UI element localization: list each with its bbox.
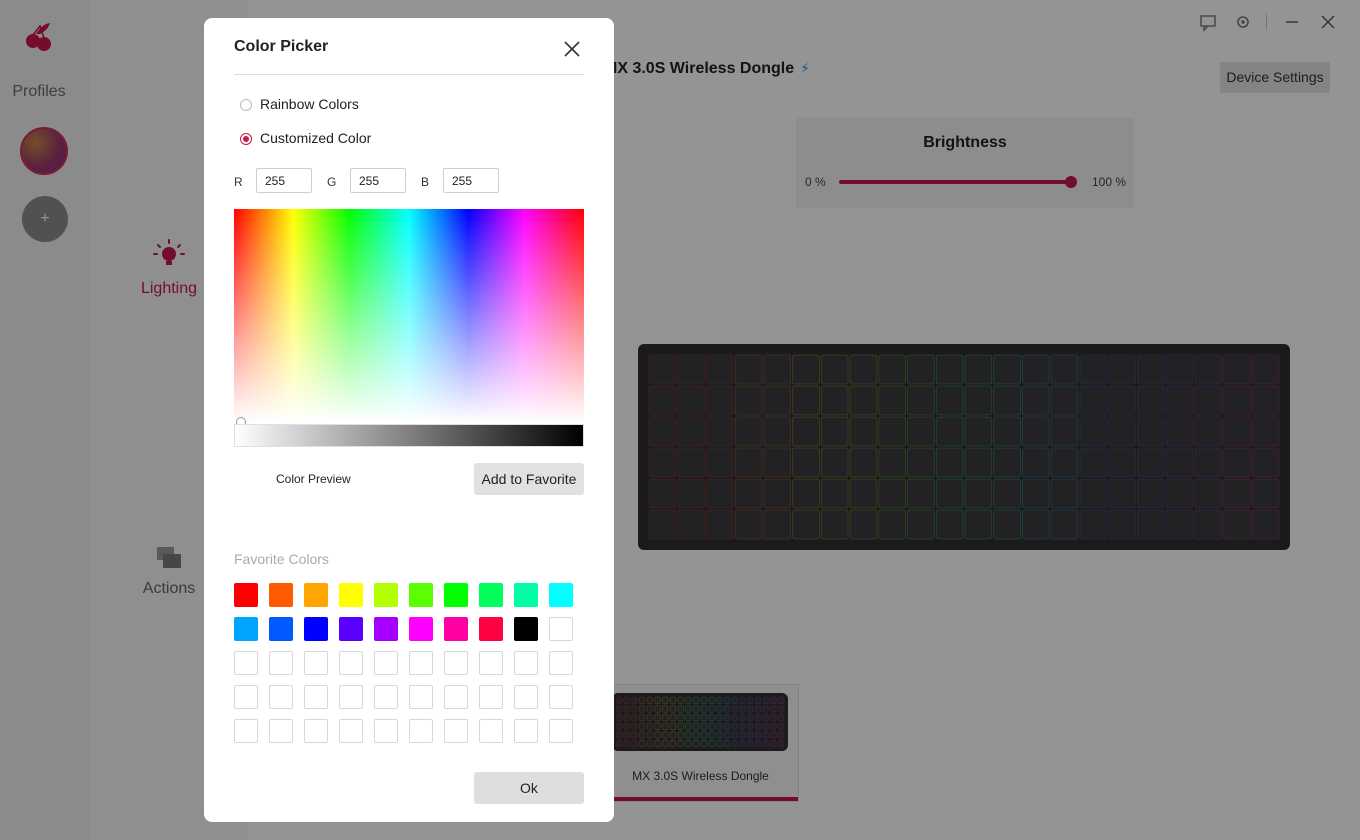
r-input[interactable] — [256, 168, 312, 193]
favorite-swatch[interactable] — [304, 617, 328, 641]
empty-swatch[interactable] — [234, 719, 258, 743]
favorite-swatch[interactable] — [444, 617, 468, 641]
empty-swatch[interactable] — [339, 719, 363, 743]
empty-swatch[interactable] — [479, 719, 503, 743]
close-icon[interactable] — [562, 39, 582, 59]
empty-swatch[interactable] — [269, 719, 293, 743]
radio-button[interactable] — [240, 99, 252, 111]
empty-swatch[interactable] — [444, 719, 468, 743]
empty-swatch[interactable] — [304, 719, 328, 743]
empty-swatch[interactable] — [479, 651, 503, 675]
b-input[interactable] — [443, 168, 499, 193]
empty-swatch[interactable] — [269, 685, 293, 709]
favorite-swatch[interactable] — [514, 583, 538, 607]
r-label: R — [234, 175, 243, 189]
empty-swatch[interactable] — [374, 719, 398, 743]
favorite-swatch[interactable] — [479, 617, 503, 641]
empty-swatch[interactable] — [444, 651, 468, 675]
empty-swatch[interactable] — [409, 685, 433, 709]
g-label: G — [327, 175, 337, 189]
favorite-swatch[interactable] — [269, 583, 293, 607]
empty-swatch[interactable] — [269, 651, 293, 675]
g-input[interactable] — [350, 168, 406, 193]
favorite-swatch[interactable] — [479, 583, 503, 607]
empty-swatch[interactable] — [514, 685, 538, 709]
color-preview-label: Color Preview — [276, 472, 351, 486]
grayscale-bar[interactable] — [234, 424, 584, 447]
empty-swatch[interactable] — [409, 651, 433, 675]
favorite-swatch[interactable] — [409, 583, 433, 607]
empty-swatch[interactable] — [549, 685, 573, 709]
favorite-swatch[interactable] — [339, 583, 363, 607]
dialog-title: Color Picker — [234, 38, 329, 55]
empty-swatch[interactable] — [304, 685, 328, 709]
favorite-swatch[interactable] — [339, 617, 363, 641]
radio-label: Customized Color — [260, 130, 372, 146]
empty-swatch[interactable] — [444, 685, 468, 709]
empty-swatch[interactable] — [374, 685, 398, 709]
favorite-swatch[interactable] — [374, 617, 398, 641]
favorite-colors-label: Favorite Colors — [234, 551, 329, 567]
radio-label: Rainbow Colors — [260, 96, 359, 112]
empty-swatch[interactable] — [339, 651, 363, 675]
empty-swatch[interactable] — [479, 685, 503, 709]
empty-swatch[interactable] — [409, 719, 433, 743]
empty-swatch[interactable] — [514, 651, 538, 675]
favorite-swatch[interactable] — [409, 617, 433, 641]
add-to-favorite-button[interactable]: Add to Favorite — [474, 463, 584, 495]
color-spectrum[interactable] — [234, 209, 584, 427]
favorite-swatch[interactable] — [374, 583, 398, 607]
favorite-swatch[interactable] — [549, 617, 573, 641]
radio-button[interactable] — [240, 133, 252, 145]
empty-swatch[interactable] — [234, 651, 258, 675]
empty-swatch[interactable] — [549, 719, 573, 743]
empty-swatch[interactable] — [549, 651, 573, 675]
empty-swatch[interactable] — [339, 685, 363, 709]
favorite-swatch[interactable] — [514, 617, 538, 641]
empty-swatch[interactable] — [374, 651, 398, 675]
color-picker-dialog: Color Picker Rainbow Colors Customized C… — [204, 18, 614, 822]
favorite-swatch[interactable] — [234, 617, 258, 641]
b-label: B — [421, 175, 430, 189]
empty-swatch[interactable] — [304, 651, 328, 675]
ok-button[interactable]: Ok — [474, 772, 584, 804]
favorite-swatch[interactable] — [444, 583, 468, 607]
dialog-divider — [234, 74, 584, 75]
favorite-swatch[interactable] — [234, 583, 258, 607]
favorite-swatch[interactable] — [549, 583, 573, 607]
empty-swatch[interactable] — [234, 685, 258, 709]
favorite-swatch[interactable] — [269, 617, 293, 641]
empty-swatch[interactable] — [514, 719, 538, 743]
favorite-swatch[interactable] — [304, 583, 328, 607]
